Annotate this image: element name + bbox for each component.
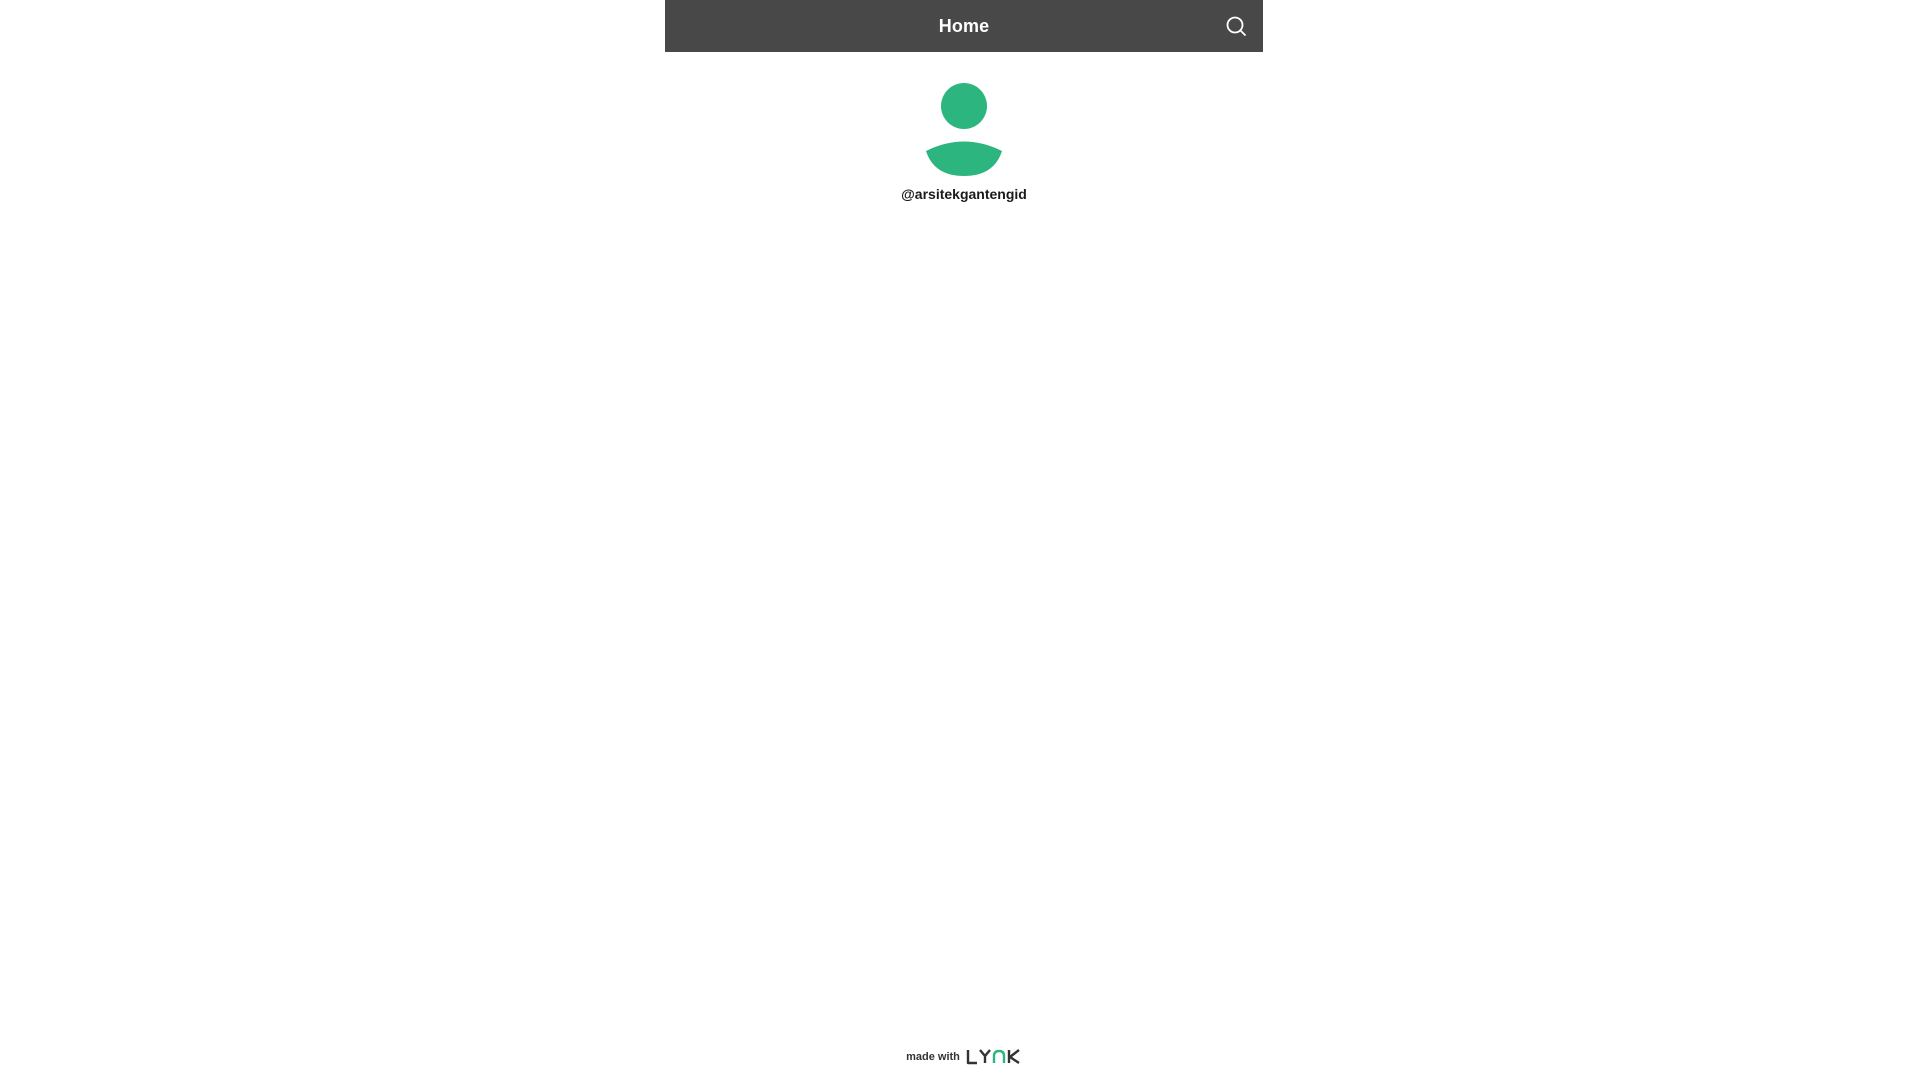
made-with-text: made with bbox=[906, 1051, 960, 1063]
footer[interactable]: made with bbox=[665, 1048, 1263, 1066]
lynk-logo-icon bbox=[966, 1049, 1020, 1065]
page: Home @arsitekgantengid made with bbox=[0, 0, 1920, 1080]
profile-column: Home @arsitekgantengid made with bbox=[665, 0, 1263, 1080]
page-title: Home bbox=[938, 15, 990, 36]
profile-section: @arsitekgantengid bbox=[665, 82, 1263, 202]
lynk-logo[interactable] bbox=[966, 1048, 1022, 1066]
username: @arsitekgantengid bbox=[901, 186, 1027, 202]
user-avatar-icon bbox=[926, 83, 1002, 176]
search-icon bbox=[1226, 16, 1246, 36]
search-button[interactable] bbox=[1223, 13, 1249, 39]
top-bar: Home bbox=[665, 0, 1263, 52]
